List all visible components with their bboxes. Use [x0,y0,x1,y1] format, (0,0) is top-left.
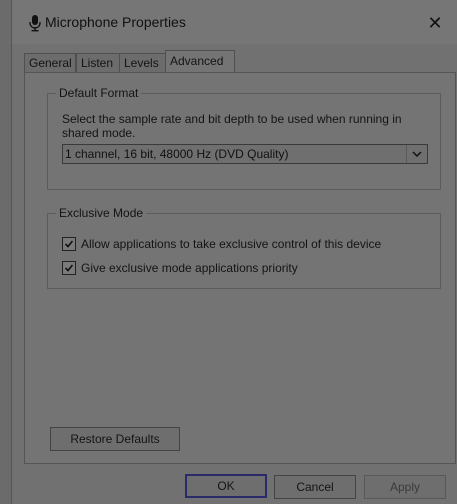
allow-exclusive-checkbox[interactable] [62,237,76,251]
tab-label: Listen [81,56,114,70]
tab-label: Levels [124,56,159,70]
checkmark-icon [64,264,74,272]
ok-button[interactable]: OK [185,474,267,498]
properties-window: Microphone Properties ✕ General Listen L… [11,0,457,504]
tab-label: General [29,56,72,70]
default-format-legend: Default Format [56,86,142,100]
tab-advanced[interactable]: Advanced [165,50,235,73]
microphone-icon [29,15,41,32]
exclusive-mode-group: Exclusive Mode Allow applications to tak… [47,206,441,289]
allow-exclusive-control-option[interactable]: Allow applications to take exclusive con… [62,236,381,252]
checkmark-icon [64,240,74,248]
exclusive-mode-legend: Exclusive Mode [56,206,147,220]
apply-button[interactable]: Apply [364,475,446,499]
exclusive-priority-option[interactable]: Give exclusive mode applications priorit… [62,260,298,276]
allow-exclusive-label: Allow applications to take exclusive con… [81,237,382,251]
tab-levels[interactable]: Levels [119,53,167,72]
cancel-label: Cancel [296,480,334,494]
tab-general[interactable]: General [24,53,76,72]
exclusive-priority-checkbox[interactable] [62,261,76,275]
ok-label: OK [217,479,235,493]
close-button[interactable]: ✕ [420,8,450,38]
exclusive-priority-label: Give exclusive mode applications priorit… [81,261,298,275]
format-select[interactable]: 1 channel, 16 bit, 48000 Hz (DVD Quality… [62,144,428,164]
tab-label: Advanced [170,54,224,68]
default-format-description: Select the sample rate and bit depth to … [62,112,402,140]
advanced-panel: Default Format Select the sample rate an… [24,72,456,464]
close-icon: ✕ [427,12,443,33]
default-format-group: Default Format Select the sample rate an… [47,86,441,190]
restore-defaults-label: Restore Defaults [70,432,160,446]
cancel-button[interactable]: Cancel [274,475,356,499]
tab-listen[interactable]: Listen [76,53,120,72]
apply-label: Apply [389,480,421,494]
chevron-down-icon [406,145,427,163]
restore-defaults-button[interactable]: Restore Defaults [50,427,180,451]
title-bar[interactable]: Microphone Properties ✕ [12,0,457,44]
format-select-value: 1 channel, 16 bit, 48000 Hz (DVD Quality… [65,147,289,161]
window-title: Microphone Properties [45,14,186,30]
